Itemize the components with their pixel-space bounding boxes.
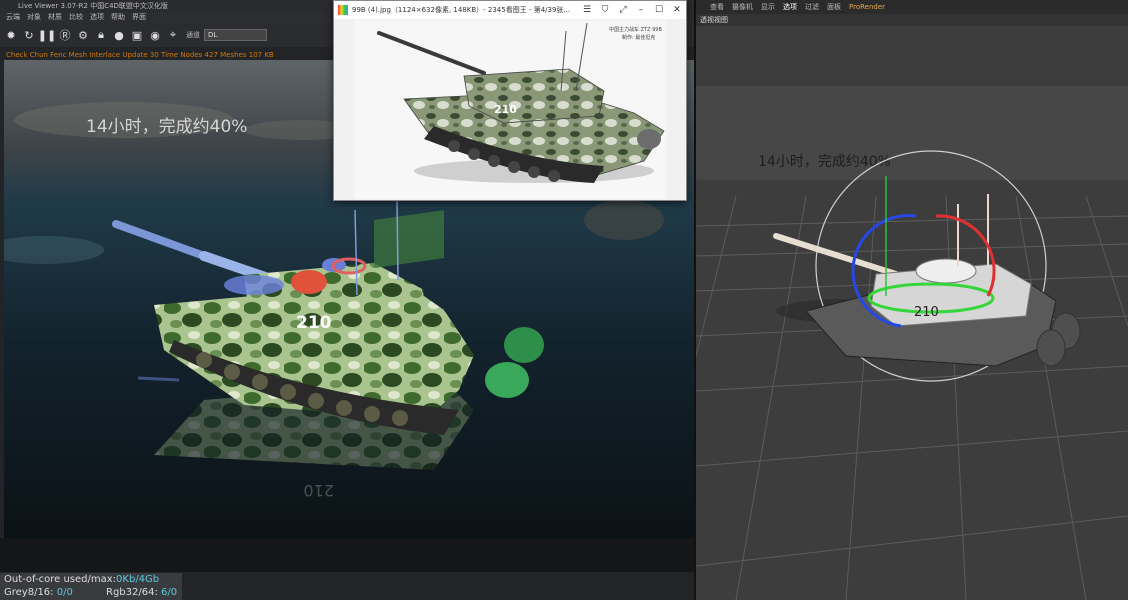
viewport-scene: 14小时，完成约40% 210	[696, 26, 1128, 600]
gear-icon[interactable]: ⚙	[76, 28, 90, 42]
lock-icon[interactable]: 🔒︎	[94, 28, 108, 42]
settings-icon[interactable]: ✹	[4, 28, 18, 42]
image-viewer-window[interactable]: 99B (4).jpg（1124×632像素, 148KB）- 2345看图王 …	[333, 0, 687, 201]
reflection-number: 210	[303, 481, 334, 500]
menu-cloud[interactable]: 云端	[6, 12, 20, 23]
channel-select[interactable]: DL	[204, 29, 267, 41]
close-button[interactable]: ✕	[668, 5, 686, 15]
region-render-icon[interactable]: Ⓡ	[58, 28, 72, 42]
reference-image: 中国主力战车 ZTZ 99B 制作: 最佳坦克 210	[354, 21, 666, 199]
out-of-core-stat: Out-of-core used/max:0Kb/4Gb	[4, 574, 160, 585]
menu-interface[interactable]: 界面	[132, 12, 146, 23]
frame-icon[interactable]: ▣	[130, 28, 144, 42]
app-icon	[338, 5, 348, 15]
menu-prorender[interactable]: ProRender	[849, 0, 885, 14]
refresh-icon[interactable]: ↻	[22, 28, 36, 42]
menu-view[interactable]: 查看	[710, 0, 724, 14]
menu-filter[interactable]: 过滤	[805, 0, 819, 14]
reference-tank-photo: 中国主力战车 ZTZ 99B 制作: 最佳坦克 210	[354, 21, 666, 199]
maximize-button[interactable]: ☐	[650, 5, 668, 15]
menu-help[interactable]: 帮助	[111, 12, 125, 23]
menu-display[interactable]: 显示	[761, 0, 775, 14]
memory-stats-panel: Out-of-core used/max:0Kb/4Gb Grey8/16: 0…	[0, 573, 182, 600]
perspective-viewport[interactable]: 14小时，完成约40% 210	[696, 26, 1128, 600]
pause-icon[interactable]: ❚❚	[38, 28, 56, 42]
menu-compare[interactable]: 比较	[69, 12, 83, 23]
viewport-tank-number: 210	[914, 305, 939, 320]
texture-stats: Grey8/16: 0/0 Rgb32/64: 6/0	[4, 587, 178, 598]
reference-caption-1: 中国主力战车 ZTZ 99B	[609, 26, 662, 33]
viewport-label: 透视视图	[696, 14, 1128, 26]
minimize-button[interactable]: –	[632, 5, 650, 15]
menu-panel[interactable]: 面板	[827, 0, 841, 14]
menu-options[interactable]: 选项	[90, 12, 104, 23]
menu-camera[interactable]: 摄像机	[732, 0, 753, 14]
skin-icon[interactable]: ⛉	[596, 5, 614, 15]
viewport-menubar: 查看 摄像机 显示 选项 过滤 面板 ProRender	[696, 0, 1128, 14]
reference-caption-2: 制作: 最佳坦克	[622, 34, 655, 41]
render-status-line: Check Chun Fenc Mesh Interlace Update 30…	[6, 51, 274, 59]
pin-icon[interactable]: ⌖	[166, 28, 180, 42]
fullscreen-icon[interactable]: ⤢	[614, 5, 632, 15]
render-overlay-text: 14小时，完成约40%	[86, 117, 247, 137]
menu-viewport-options[interactable]: 选项	[783, 0, 797, 14]
image-viewer-titlebar: 99B (4).jpg（1124×632像素, 148KB）- 2345看图王 …	[334, 1, 686, 19]
reference-tank-number: 210	[494, 103, 517, 116]
render-bottom-bar	[0, 538, 694, 572]
c4d-viewport-panel: 查看 摄像机 显示 选项 过滤 面板 ProRender 透视视图 14小时，完…	[696, 0, 1128, 600]
menu-object[interactable]: 对象	[27, 12, 41, 23]
tank-number: 210	[296, 313, 332, 333]
menu-material[interactable]: 材质	[48, 12, 62, 23]
material-ball-icon[interactable]: ●	[112, 28, 126, 42]
pick-focus-icon[interactable]: ◉	[148, 28, 162, 42]
image-viewer-title: 99B (4).jpg（1124×632像素, 148KB）- 2345看图王 …	[352, 6, 571, 14]
channel-label: 通道	[186, 31, 200, 39]
menu-icon[interactable]: ☰	[578, 5, 596, 15]
